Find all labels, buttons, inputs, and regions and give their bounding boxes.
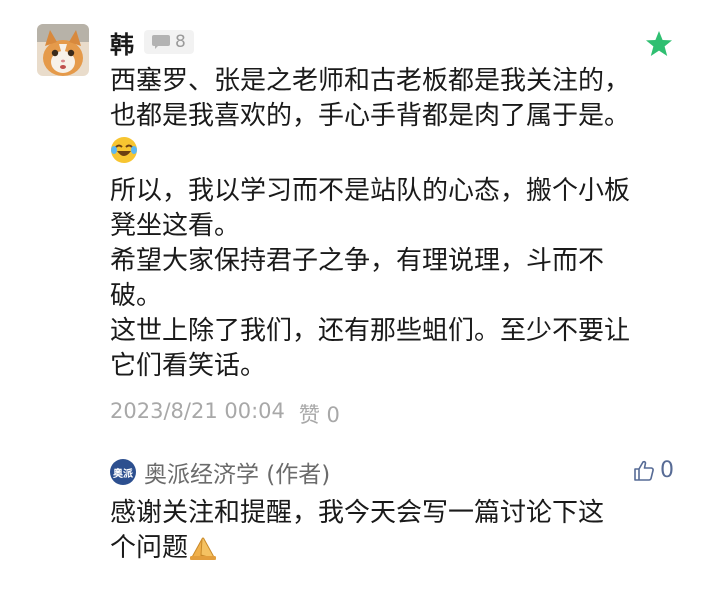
reply-count-badge: 8 <box>144 30 194 54</box>
reply-author-name[interactable]: 奥派经济学 (作者) <box>144 455 330 489</box>
comment-meta: 2023/8/21 00:04 赞 0 <box>110 399 340 429</box>
comment-line: 西塞罗、张是之老师和古老板都是我关注的，也都是我喜欢的，手心手背都是肉了属于是。 <box>110 64 630 174</box>
comment-like-button[interactable]: 赞 0 <box>299 399 340 429</box>
reply-count: 8 <box>175 32 186 52</box>
star-icon[interactable] <box>645 30 673 58</box>
comment-header: 韩 8 <box>110 24 194 60</box>
comment-line: 所以，我以学习而不是站队的心态，搬个小板凳坐这看。 <box>110 176 631 241</box>
chat-bubble-icon <box>152 35 170 49</box>
thumbs-up-icon <box>634 460 654 481</box>
author-name[interactable]: 韩 <box>110 25 134 60</box>
reply-like-button[interactable]: 0 <box>632 458 674 483</box>
laughing-tears-emoji-icon <box>110 136 138 174</box>
comment-line: 这世上除了我们，还有那些蛆们。至少不要让它们看笑话。 <box>110 316 631 381</box>
reply-like-count: 0 <box>660 458 674 483</box>
reply-header: 奥派 奥派经济学 (作者) <box>110 455 330 489</box>
reply-line: 感谢关注和提醒，我今天会写一篇讨论下这个问题 <box>110 496 610 571</box>
praying-hands-emoji-icon <box>188 533 218 571</box>
author-logo-icon: 奥派 <box>110 459 136 485</box>
reply-body: 感谢关注和提醒，我今天会写一篇讨论下这个问题 <box>110 496 610 571</box>
comment-item: 韩 8 西塞罗、张是之老师和古老板都是我关注的，也都是我喜欢的，手心手背都是肉了… <box>0 0 711 591</box>
cat-avatar-image <box>37 24 89 76</box>
comment-body: 西塞罗、张是之老师和古老板都是我关注的，也都是我喜欢的，手心手背都是肉了属于是。… <box>110 64 630 384</box>
comment-date: 2023/8/21 00:04 <box>110 399 285 423</box>
avatar[interactable] <box>37 24 89 76</box>
comment-line: 希望大家保持君子之争，有理说理，斗而不破。 <box>110 246 605 311</box>
